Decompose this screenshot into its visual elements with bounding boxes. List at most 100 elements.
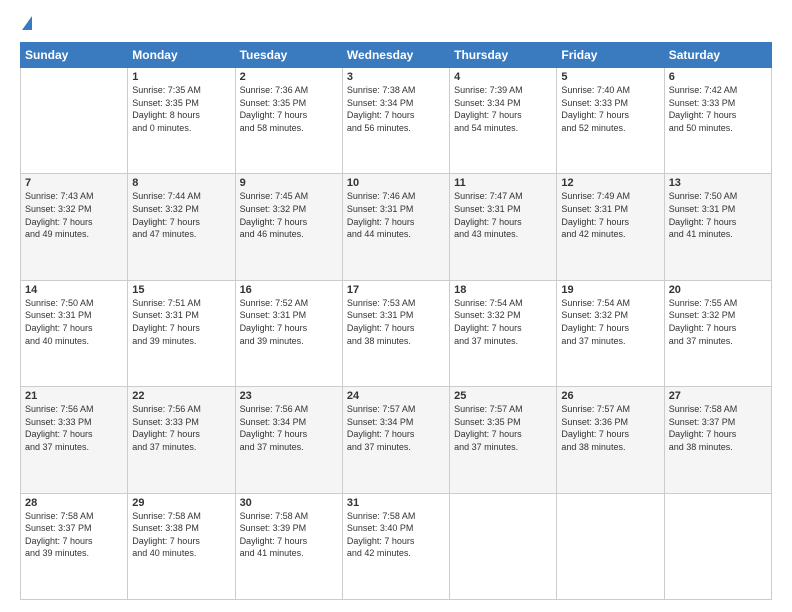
day-info: Sunrise: 7:55 AM Sunset: 3:32 PM Dayligh…: [669, 297, 767, 347]
calendar-cell: 10Sunrise: 7:46 AM Sunset: 3:31 PM Dayli…: [342, 174, 449, 280]
weekday-header-monday: Monday: [128, 43, 235, 68]
day-info: Sunrise: 7:52 AM Sunset: 3:31 PM Dayligh…: [240, 297, 338, 347]
day-info: Sunrise: 7:50 AM Sunset: 3:31 PM Dayligh…: [25, 297, 123, 347]
weekday-header-thursday: Thursday: [450, 43, 557, 68]
day-number: 11: [454, 177, 552, 189]
day-info: Sunrise: 7:58 AM Sunset: 3:37 PM Dayligh…: [25, 510, 123, 560]
day-info: Sunrise: 7:57 AM Sunset: 3:34 PM Dayligh…: [347, 403, 445, 453]
day-number: 1: [132, 71, 230, 83]
calendar-cell: 25Sunrise: 7:57 AM Sunset: 3:35 PM Dayli…: [450, 387, 557, 493]
day-info: Sunrise: 7:58 AM Sunset: 3:37 PM Dayligh…: [669, 403, 767, 453]
day-number: 30: [240, 497, 338, 509]
calendar-cell: 21Sunrise: 7:56 AM Sunset: 3:33 PM Dayli…: [21, 387, 128, 493]
day-number: 6: [669, 71, 767, 83]
calendar-cell: 29Sunrise: 7:58 AM Sunset: 3:38 PM Dayli…: [128, 493, 235, 599]
calendar-cell: 30Sunrise: 7:58 AM Sunset: 3:39 PM Dayli…: [235, 493, 342, 599]
day-info: Sunrise: 7:56 AM Sunset: 3:33 PM Dayligh…: [132, 403, 230, 453]
calendar-cell: 3Sunrise: 7:38 AM Sunset: 3:34 PM Daylig…: [342, 68, 449, 174]
day-number: 15: [132, 284, 230, 296]
weekday-header-friday: Friday: [557, 43, 664, 68]
day-info: Sunrise: 7:35 AM Sunset: 3:35 PM Dayligh…: [132, 84, 230, 134]
calendar-cell: 5Sunrise: 7:40 AM Sunset: 3:33 PM Daylig…: [557, 68, 664, 174]
weekday-header-saturday: Saturday: [664, 43, 771, 68]
weekday-header-sunday: Sunday: [21, 43, 128, 68]
calendar-cell: 18Sunrise: 7:54 AM Sunset: 3:32 PM Dayli…: [450, 280, 557, 386]
calendar-cell: 23Sunrise: 7:56 AM Sunset: 3:34 PM Dayli…: [235, 387, 342, 493]
day-number: 18: [454, 284, 552, 296]
day-number: 9: [240, 177, 338, 189]
day-number: 19: [561, 284, 659, 296]
day-number: 29: [132, 497, 230, 509]
weekday-header-tuesday: Tuesday: [235, 43, 342, 68]
calendar-cell: 27Sunrise: 7:58 AM Sunset: 3:37 PM Dayli…: [664, 387, 771, 493]
day-info: Sunrise: 7:42 AM Sunset: 3:33 PM Dayligh…: [669, 84, 767, 134]
day-number: 20: [669, 284, 767, 296]
calendar-cell: 20Sunrise: 7:55 AM Sunset: 3:32 PM Dayli…: [664, 280, 771, 386]
day-info: Sunrise: 7:56 AM Sunset: 3:34 PM Dayligh…: [240, 403, 338, 453]
day-info: Sunrise: 7:54 AM Sunset: 3:32 PM Dayligh…: [454, 297, 552, 347]
week-row-4: 28Sunrise: 7:58 AM Sunset: 3:37 PM Dayli…: [21, 493, 772, 599]
day-number: 13: [669, 177, 767, 189]
day-number: 10: [347, 177, 445, 189]
day-info: Sunrise: 7:36 AM Sunset: 3:35 PM Dayligh…: [240, 84, 338, 134]
calendar-cell: 24Sunrise: 7:57 AM Sunset: 3:34 PM Dayli…: [342, 387, 449, 493]
calendar-cell: 31Sunrise: 7:58 AM Sunset: 3:40 PM Dayli…: [342, 493, 449, 599]
calendar-cell: 28Sunrise: 7:58 AM Sunset: 3:37 PM Dayli…: [21, 493, 128, 599]
day-info: Sunrise: 7:45 AM Sunset: 3:32 PM Dayligh…: [240, 190, 338, 240]
day-number: 2: [240, 71, 338, 83]
day-info: Sunrise: 7:54 AM Sunset: 3:32 PM Dayligh…: [561, 297, 659, 347]
calendar-cell: 19Sunrise: 7:54 AM Sunset: 3:32 PM Dayli…: [557, 280, 664, 386]
calendar-cell: 13Sunrise: 7:50 AM Sunset: 3:31 PM Dayli…: [664, 174, 771, 280]
calendar-cell: 1Sunrise: 7:35 AM Sunset: 3:35 PM Daylig…: [128, 68, 235, 174]
day-number: 4: [454, 71, 552, 83]
day-number: 5: [561, 71, 659, 83]
logo-triangle-icon: [22, 16, 32, 30]
calendar-table: SundayMondayTuesdayWednesdayThursdayFrid…: [20, 42, 772, 600]
calendar-cell: 4Sunrise: 7:39 AM Sunset: 3:34 PM Daylig…: [450, 68, 557, 174]
week-row-0: 1Sunrise: 7:35 AM Sunset: 3:35 PM Daylig…: [21, 68, 772, 174]
day-info: Sunrise: 7:46 AM Sunset: 3:31 PM Dayligh…: [347, 190, 445, 240]
page: SundayMondayTuesdayWednesdayThursdayFrid…: [0, 0, 792, 612]
day-info: Sunrise: 7:39 AM Sunset: 3:34 PM Dayligh…: [454, 84, 552, 134]
week-row-2: 14Sunrise: 7:50 AM Sunset: 3:31 PM Dayli…: [21, 280, 772, 386]
day-info: Sunrise: 7:38 AM Sunset: 3:34 PM Dayligh…: [347, 84, 445, 134]
day-number: 21: [25, 390, 123, 402]
day-number: 12: [561, 177, 659, 189]
day-info: Sunrise: 7:43 AM Sunset: 3:32 PM Dayligh…: [25, 190, 123, 240]
weekday-header-wednesday: Wednesday: [342, 43, 449, 68]
calendar-cell: 14Sunrise: 7:50 AM Sunset: 3:31 PM Dayli…: [21, 280, 128, 386]
day-number: 17: [347, 284, 445, 296]
calendar-cell: 12Sunrise: 7:49 AM Sunset: 3:31 PM Dayli…: [557, 174, 664, 280]
day-number: 31: [347, 497, 445, 509]
weekday-header-row: SundayMondayTuesdayWednesdayThursdayFrid…: [21, 43, 772, 68]
day-number: 26: [561, 390, 659, 402]
day-info: Sunrise: 7:58 AM Sunset: 3:40 PM Dayligh…: [347, 510, 445, 560]
calendar-cell: 16Sunrise: 7:52 AM Sunset: 3:31 PM Dayli…: [235, 280, 342, 386]
calendar-cell: 9Sunrise: 7:45 AM Sunset: 3:32 PM Daylig…: [235, 174, 342, 280]
calendar-cell: [21, 68, 128, 174]
calendar-cell: [450, 493, 557, 599]
day-info: Sunrise: 7:56 AM Sunset: 3:33 PM Dayligh…: [25, 403, 123, 453]
calendar-cell: [664, 493, 771, 599]
day-info: Sunrise: 7:44 AM Sunset: 3:32 PM Dayligh…: [132, 190, 230, 240]
calendar-cell: 15Sunrise: 7:51 AM Sunset: 3:31 PM Dayli…: [128, 280, 235, 386]
calendar-cell: 22Sunrise: 7:56 AM Sunset: 3:33 PM Dayli…: [128, 387, 235, 493]
day-number: 24: [347, 390, 445, 402]
calendar-cell: 11Sunrise: 7:47 AM Sunset: 3:31 PM Dayli…: [450, 174, 557, 280]
day-info: Sunrise: 7:50 AM Sunset: 3:31 PM Dayligh…: [669, 190, 767, 240]
calendar-cell: 26Sunrise: 7:57 AM Sunset: 3:36 PM Dayli…: [557, 387, 664, 493]
day-number: 3: [347, 71, 445, 83]
day-number: 28: [25, 497, 123, 509]
day-number: 7: [25, 177, 123, 189]
calendar-cell: 2Sunrise: 7:36 AM Sunset: 3:35 PM Daylig…: [235, 68, 342, 174]
day-number: 27: [669, 390, 767, 402]
day-info: Sunrise: 7:40 AM Sunset: 3:33 PM Dayligh…: [561, 84, 659, 134]
header: [20, 16, 772, 32]
day-number: 8: [132, 177, 230, 189]
day-number: 25: [454, 390, 552, 402]
calendar-cell: 7Sunrise: 7:43 AM Sunset: 3:32 PM Daylig…: [21, 174, 128, 280]
logo: [20, 16, 32, 32]
day-info: Sunrise: 7:58 AM Sunset: 3:38 PM Dayligh…: [132, 510, 230, 560]
day-number: 23: [240, 390, 338, 402]
day-info: Sunrise: 7:57 AM Sunset: 3:35 PM Dayligh…: [454, 403, 552, 453]
